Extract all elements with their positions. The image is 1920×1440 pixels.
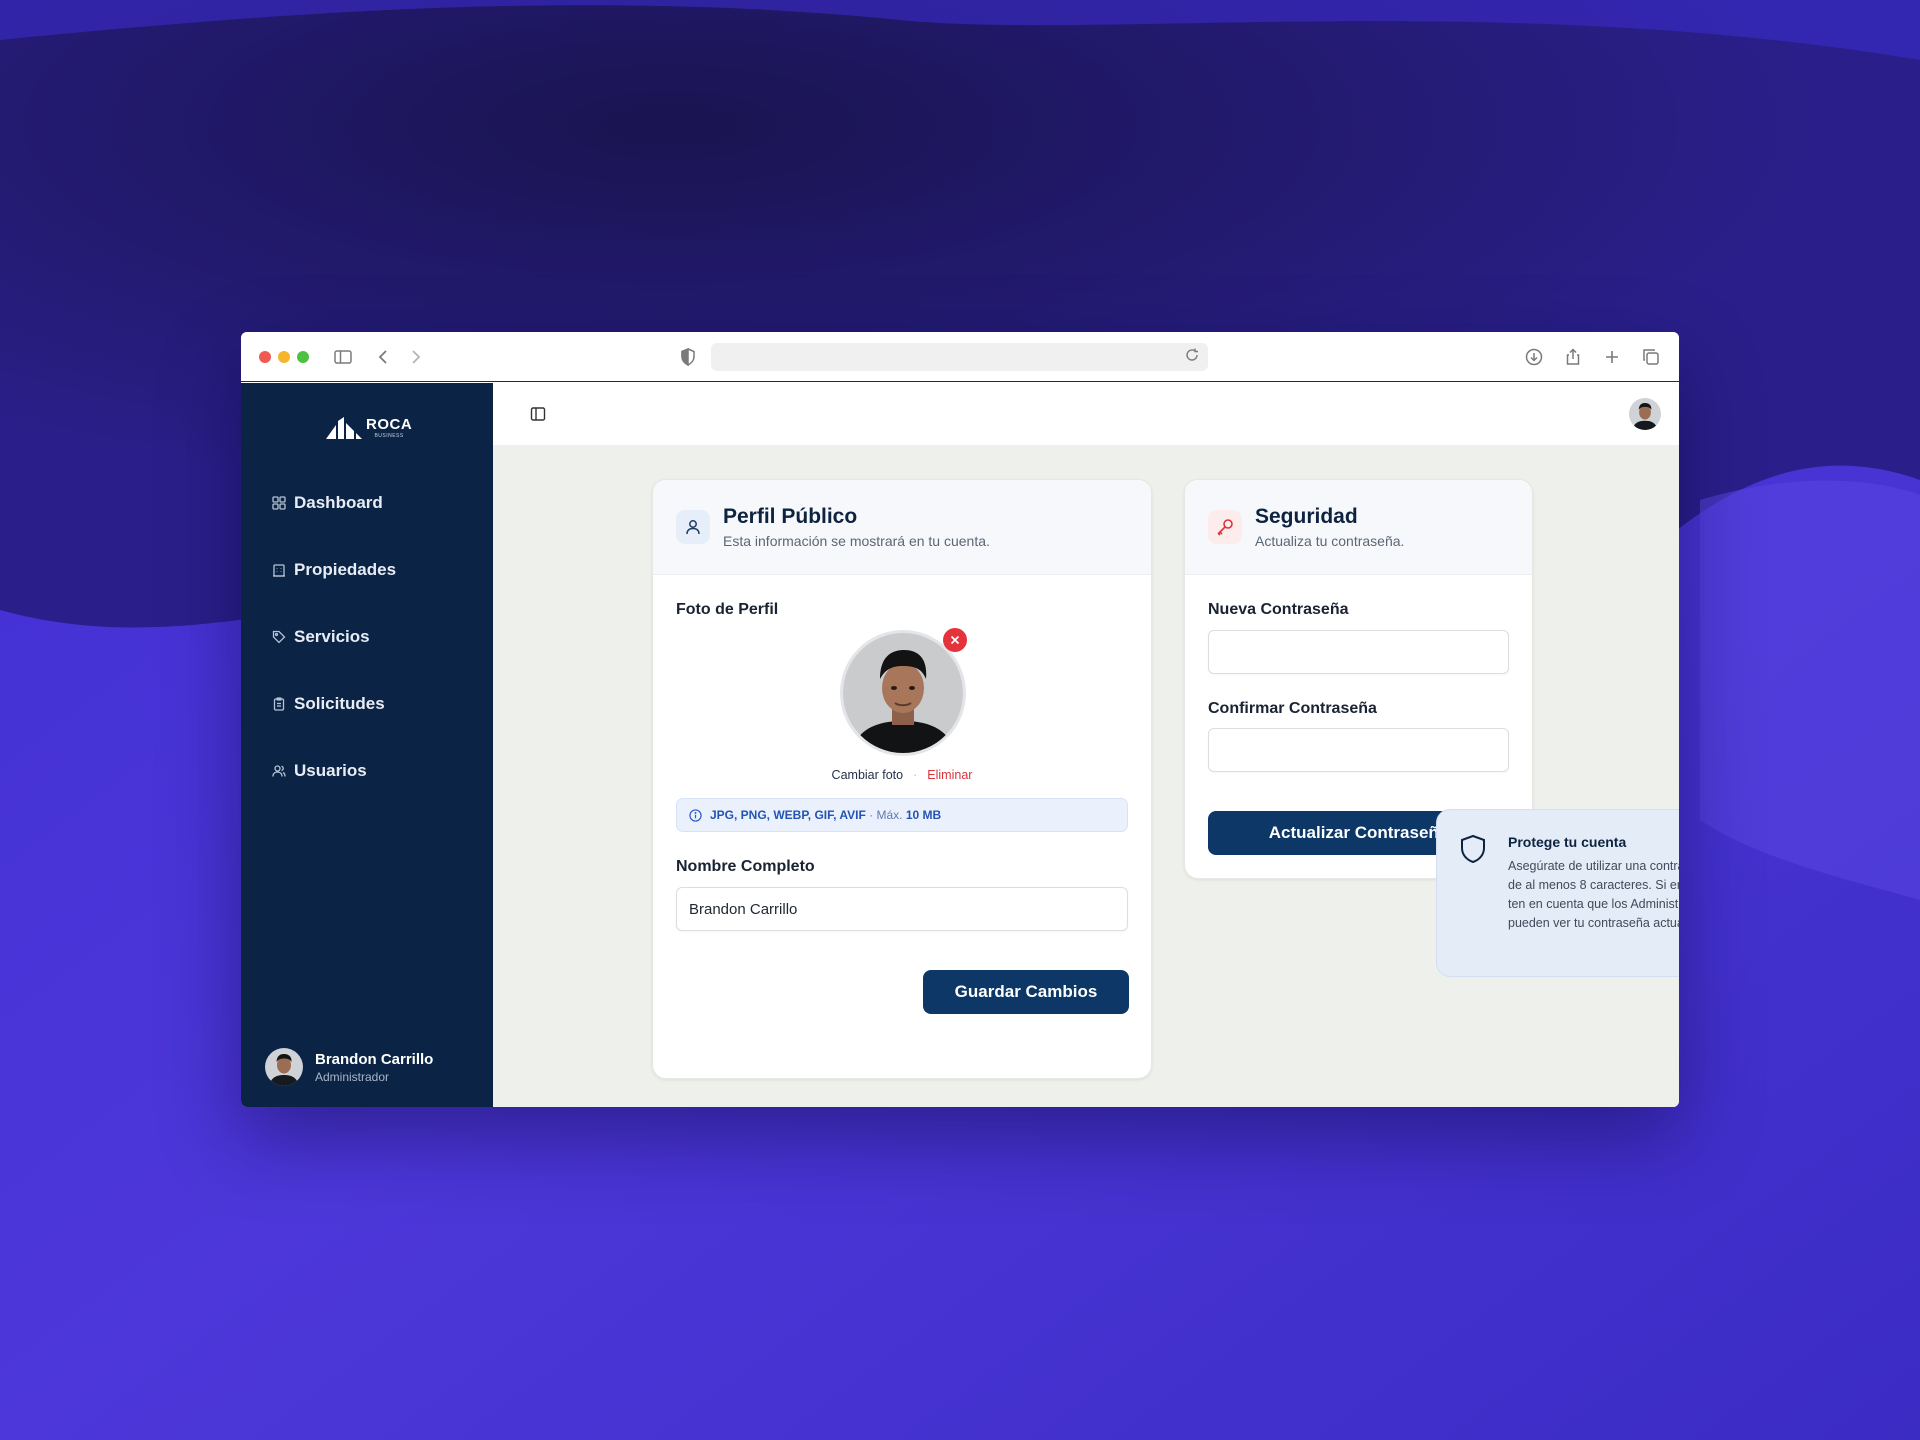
full-name-label: Nombre Completo	[676, 858, 815, 875]
user-avatar-menu[interactable]	[1629, 398, 1661, 430]
top-bar	[493, 383, 1679, 445]
new-password-label: Nueva Contraseña	[1208, 601, 1349, 618]
security-tip-title: Protege tu cuenta	[1508, 834, 1627, 850]
address-bar[interactable]	[711, 343, 1208, 371]
sidebar-item-label: Dashboard	[294, 493, 383, 512]
change-photo-link[interactable]: Cambiar foto	[832, 768, 904, 782]
sidebar-item-dashboard[interactable]: Dashboard	[272, 490, 396, 516]
save-changes-button[interactable]: Guardar Cambios	[923, 970, 1129, 1014]
max-size-prefix: · Máx.	[869, 808, 903, 822]
app-shell: ROCA BUSINESS Dashboard Propiedades Serv…	[241, 383, 1679, 1107]
key-icon	[1208, 510, 1242, 544]
sidebar-item-usuarios[interactable]: Usuarios	[272, 758, 396, 784]
sidebar-item-propiedades[interactable]: Propiedades	[272, 557, 396, 583]
browser-window: ROCA BUSINESS Dashboard Propiedades Serv…	[241, 332, 1679, 1107]
new-tab-icon[interactable]	[1602, 347, 1622, 367]
new-password-input[interactable]	[1208, 630, 1509, 674]
profile-card-title: Perfil Público	[723, 505, 858, 528]
photo-label: Foto de Perfil	[676, 601, 779, 618]
photo-actions: Cambiar foto · Eliminar	[653, 768, 1151, 782]
browser-toolbar	[241, 332, 1679, 382]
maximize-window-button[interactable]	[297, 351, 309, 363]
max-size: 10 MB	[905, 808, 942, 822]
grid-icon	[272, 496, 286, 510]
tag-icon	[272, 630, 286, 644]
info-icon	[689, 808, 702, 822]
sidebar-nav: Dashboard Propiedades Servicios Solicitu…	[272, 490, 396, 825]
brand-tagline: BUSINESS	[374, 433, 404, 439]
sidebar-item-label: Propiedades	[294, 560, 397, 579]
profile-card: Perfil Público Esta información se mostr…	[652, 479, 1152, 1079]
brand-logo[interactable]: ROCA BUSINESS	[326, 417, 412, 439]
sidebar: ROCA BUSINESS Dashboard Propiedades Serv…	[241, 383, 493, 1107]
back-arrow-icon[interactable]	[374, 347, 394, 367]
brand-name: ROCA	[366, 416, 413, 433]
confirm-password-input[interactable]	[1208, 728, 1509, 772]
share-icon[interactable]	[1563, 347, 1583, 367]
user-name: Brandon Carrillo	[315, 1050, 434, 1068]
delete-photo-link[interactable]: Eliminar	[927, 768, 972, 782]
security-card-subtitle: Actualiza tu contraseña.	[1255, 533, 1405, 549]
tab-overview-icon[interactable]	[1641, 347, 1661, 367]
forward-arrow-icon[interactable]	[405, 347, 425, 367]
clipboard-icon	[273, 697, 285, 711]
logo-mark-icon	[326, 417, 362, 439]
security-tip-text: Asegúrate de utilizar una contraseña seg…	[1508, 859, 1679, 930]
reload-icon[interactable]	[1184, 347, 1200, 363]
users-icon	[272, 765, 286, 777]
formats-list: JPG, PNG, WEBP, GIF, AVIF	[710, 808, 866, 822]
sidebar-item-servicios[interactable]: Servicios	[272, 624, 396, 650]
sidebar-item-label: Solicitudes	[294, 694, 385, 713]
minimize-window-button[interactable]	[278, 351, 290, 363]
profile-card-header: Perfil Público Esta información se mostr…	[653, 480, 1151, 575]
user-icon	[676, 510, 710, 544]
sidebar-user-profile[interactable]: Brandon Carrillo Administrador	[265, 1048, 433, 1086]
close-icon	[950, 635, 960, 645]
shield-icon	[1461, 834, 1485, 864]
user-role: Administrador	[315, 1069, 390, 1084]
download-icon[interactable]	[1524, 347, 1544, 367]
profile-card-subtitle: Esta información se mostrará en tu cuent…	[723, 533, 990, 549]
panel-toggle-icon[interactable]	[530, 406, 546, 422]
security-tip: Protege tu cuenta Asegúrate de utilizar …	[1436, 809, 1679, 977]
security-card-header: Seguridad Actualiza tu contraseña.	[1185, 480, 1532, 575]
sidebar-item-label: Usuarios	[294, 761, 367, 780]
building-icon	[273, 564, 285, 577]
close-window-button[interactable]	[259, 351, 271, 363]
security-card-title: Seguridad	[1255, 505, 1358, 528]
avatar	[265, 1048, 303, 1086]
sidebar-toggle-icon[interactable]	[333, 347, 353, 367]
file-formats-notice: JPG, PNG, WEBP, GIF, AVIF · Máx. 10 MB	[676, 798, 1128, 832]
remove-photo-button[interactable]	[943, 628, 967, 652]
main-content: Perfil Público Esta información se mostr…	[493, 383, 1679, 1107]
separator: ·	[913, 768, 918, 782]
full-name-input[interactable]	[676, 887, 1128, 931]
sidebar-item-solicitudes[interactable]: Solicitudes	[272, 691, 396, 717]
confirm-password-label: Confirmar Contraseña	[1208, 700, 1377, 717]
sidebar-item-label: Servicios	[294, 627, 370, 646]
privacy-shield-icon[interactable]	[678, 347, 698, 367]
